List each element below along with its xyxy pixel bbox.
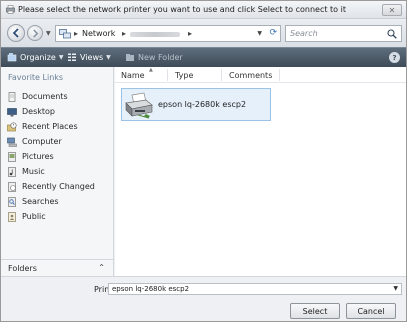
sidebar-item-recently-changed[interactable]: Recently Changed bbox=[7, 179, 95, 194]
views-label: Views bbox=[80, 52, 104, 62]
sidebar-item-pictures[interactable]: Pictures bbox=[7, 149, 95, 164]
organize-icon bbox=[7, 53, 17, 62]
sidebar-item-label: Searches bbox=[22, 197, 59, 206]
sidebar-item-label: Recently Changed bbox=[22, 182, 95, 191]
sort-ascending-icon: ▲ bbox=[149, 67, 153, 73]
back-arrow-icon bbox=[12, 28, 19, 38]
column-header-type[interactable]: Type bbox=[175, 71, 193, 80]
sidebar-item-label: Desktop bbox=[22, 107, 55, 116]
favorite-links-header: Favorite Links bbox=[8, 73, 64, 82]
forward-arrow-icon bbox=[32, 28, 38, 38]
recently-changed-icon bbox=[8, 181, 16, 192]
refresh-icon[interactable]: ⟳ bbox=[269, 28, 277, 38]
folders-bar[interactable]: Folders ⌃ bbox=[1, 259, 113, 276]
printer-name-value[interactable]: epson lq-2680k escp2 bbox=[112, 285, 189, 293]
breadcrumb[interactable]: ▸ Network ▸ ▸ ▼ ⟳ bbox=[55, 25, 281, 42]
title-bar: Please select the network printer you wa… bbox=[1, 1, 406, 19]
close-icon: ✕ bbox=[388, 5, 396, 15]
sidebar-item-music[interactable]: Music bbox=[7, 164, 95, 179]
sidebar-item-label: Music bbox=[22, 167, 45, 176]
list-item[interactable]: epson lq-2680k escp2 bbox=[121, 88, 271, 121]
close-button[interactable]: ✕ bbox=[382, 4, 402, 16]
select-button[interactable]: Select bbox=[290, 303, 340, 319]
favorite-links-list: Documents Desktop Recent Places Computer… bbox=[7, 89, 95, 224]
organize-button[interactable]: Organize ▼ bbox=[7, 52, 63, 62]
window-title: Please select the network printer you wa… bbox=[18, 5, 346, 14]
column-header-row: ▲ Name Type Comments bbox=[115, 67, 406, 83]
sidebar-item-desktop[interactable]: Desktop bbox=[7, 104, 95, 119]
select-printer-dialog: Please select the network printer you wa… bbox=[0, 0, 407, 322]
dialog-footer: Printer epson lq-2680k escp2 ▼ Select Ca… bbox=[1, 276, 406, 321]
sidebar-item-recent-places[interactable]: Recent Places bbox=[7, 119, 95, 134]
sidebar-item-searches[interactable]: Searches bbox=[7, 194, 95, 209]
file-list-pane: ▲ Name Type Comments epson lq-2680k escp… bbox=[115, 67, 406, 276]
sidebar-item-label: Public bbox=[22, 212, 46, 221]
back-button[interactable] bbox=[7, 24, 25, 42]
sidebar-item-label: Documents bbox=[22, 92, 68, 101]
chevron-down-icon[interactable]: ▼ bbox=[393, 285, 398, 292]
sidebar-item-documents[interactable]: Documents bbox=[7, 89, 95, 104]
breadcrumb-separator[interactable]: ▸ bbox=[188, 29, 192, 38]
organize-label: Organize bbox=[20, 52, 56, 62]
public-icon bbox=[8, 211, 16, 222]
search-input[interactable]: Search bbox=[285, 25, 402, 42]
column-header-comments[interactable]: Comments bbox=[229, 71, 272, 80]
printer-name-combobox[interactable]: epson lq-2680k escp2 ▼ bbox=[108, 283, 402, 295]
pictures-icon bbox=[8, 151, 16, 162]
chevron-up-icon[interactable]: ⌃ bbox=[98, 263, 105, 272]
network-icon bbox=[59, 29, 71, 39]
music-icon bbox=[8, 166, 16, 177]
sidebar-item-public[interactable]: Public bbox=[7, 209, 95, 224]
forward-button[interactable] bbox=[27, 25, 43, 41]
column-divider[interactable] bbox=[221, 69, 222, 81]
computer-icon bbox=[7, 137, 17, 147]
file-item-label: epson lq-2680k escp2 bbox=[158, 100, 247, 109]
views-icon bbox=[68, 53, 76, 61]
desktop-icon bbox=[7, 107, 17, 116]
chevron-down-icon: ▼ bbox=[58, 53, 64, 61]
breadcrumb-separator[interactable]: ▸ bbox=[74, 29, 78, 38]
recent-pages-dropdown[interactable]: ▼ bbox=[46, 30, 51, 37]
column-header-name[interactable]: Name bbox=[121, 71, 145, 80]
column-divider[interactable] bbox=[279, 69, 280, 81]
printer-icon bbox=[6, 5, 15, 14]
command-toolbar: Organize ▼ Views ▼ New Folder ? bbox=[1, 47, 406, 67]
search-placeholder: Search bbox=[290, 29, 318, 38]
help-icon[interactable]: ? bbox=[389, 52, 400, 63]
cancel-button[interactable]: Cancel bbox=[346, 303, 396, 319]
breadcrumb-separator[interactable]: ▸ bbox=[122, 29, 126, 38]
sidebar-item-label: Recent Places bbox=[22, 122, 78, 131]
new-folder-button[interactable]: New Folder bbox=[125, 52, 183, 62]
searches-icon bbox=[8, 196, 16, 207]
address-bar: ▼ ▸ Network ▸ ▸ ▼ ⟳ Search bbox=[1, 20, 406, 47]
folders-label: Folders bbox=[8, 264, 37, 273]
views-button[interactable]: Views ▼ bbox=[67, 52, 111, 62]
sidebar-item-label: Pictures bbox=[22, 152, 54, 161]
search-icon[interactable] bbox=[387, 29, 397, 39]
breadcrumb-network[interactable]: Network bbox=[82, 29, 115, 38]
navigation-pane: Favorite Links Documents Desktop Recent … bbox=[1, 67, 114, 276]
documents-icon bbox=[8, 91, 16, 102]
column-divider[interactable] bbox=[167, 69, 168, 81]
chevron-down-icon: ▼ bbox=[106, 53, 111, 61]
breadcrumb-host-blurred[interactable] bbox=[130, 32, 180, 37]
sidebar-item-label: Computer bbox=[22, 137, 62, 146]
new-folder-icon bbox=[126, 54, 134, 61]
printer-icon bbox=[125, 92, 153, 119]
new-folder-label: New Folder bbox=[138, 52, 183, 62]
address-dropdown[interactable]: ▼ bbox=[257, 30, 262, 37]
sidebar-item-computer[interactable]: Computer bbox=[7, 134, 95, 149]
recent-places-icon bbox=[7, 121, 17, 131]
